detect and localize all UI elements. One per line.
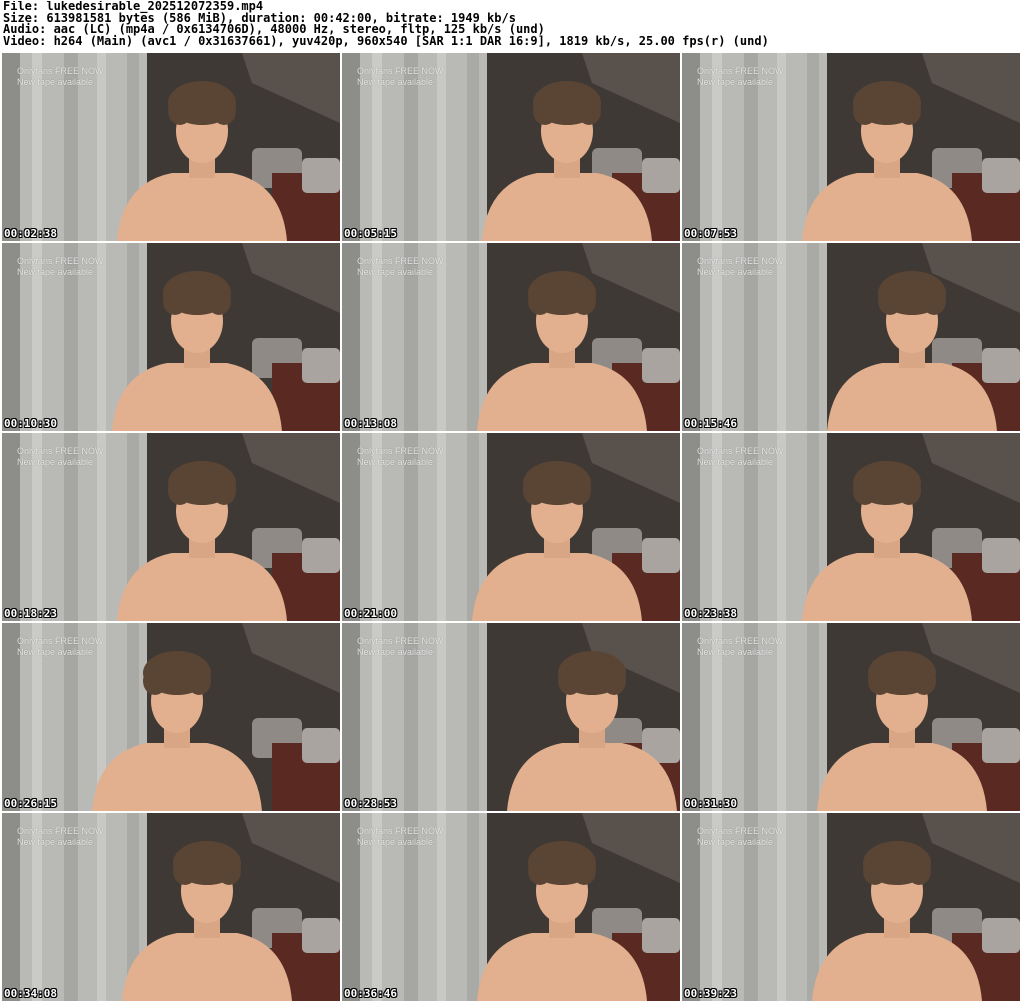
video-thumbnail[interactable]: Onlyfans FREE NOW New tape available 00:36… [342, 813, 680, 1001]
video-thumbnail[interactable]: Onlyfans FREE NOW New tape available 00:13… [342, 243, 680, 431]
video-info-line: Video: h264 (Main) (avc1 / 0x31637661), … [3, 34, 769, 48]
watermark-line-2: New tape available [357, 267, 434, 277]
thumbnail-grid: Onlyfans FREE NOW New tape available 00:02… [2, 53, 1022, 1001]
watermark-line-1: Onlyfans FREE NOW [357, 256, 444, 266]
video-thumbnail[interactable]: Onlyfans FREE NOW New tape available 00:34… [2, 813, 340, 1001]
thumbnail-timestamp: 00:39:23 [684, 987, 737, 1000]
video-thumbnail[interactable]: Onlyfans FREE NOW New tape available 00:02… [2, 53, 340, 241]
watermark-line-2: New tape available [17, 267, 94, 277]
watermark-line-1: Onlyfans FREE NOW [357, 826, 444, 836]
video-thumbnail[interactable]: Onlyfans FREE NOW New tape available 00:10… [2, 243, 340, 431]
thumbnail-timestamp: 00:05:15 [344, 227, 397, 240]
watermark-line-1: Onlyfans FREE NOW [357, 66, 444, 76]
watermark-line-1: Onlyfans FREE NOW [697, 826, 784, 836]
watermark-line-2: New tape available [697, 647, 774, 657]
watermark-line-1: Onlyfans FREE NOW [697, 66, 784, 76]
video-thumbnail[interactable]: Onlyfans FREE NOW New tape available 00:21… [342, 433, 680, 621]
watermark-line-1: Onlyfans FREE NOW [697, 256, 784, 266]
thumbnail-timestamp: 00:10:30 [4, 417, 57, 430]
watermark-line-1: Onlyfans FREE NOW [17, 256, 104, 266]
video-thumbnail[interactable]: Onlyfans FREE NOW New tape available 00:18… [2, 433, 340, 621]
watermark-line-2: New tape available [357, 647, 434, 657]
watermark-line-2: New tape available [357, 457, 434, 467]
video-thumbnail[interactable]: Onlyfans FREE NOW New tape available 00:23… [682, 433, 1020, 621]
watermark-line-1: Onlyfans FREE NOW [357, 636, 444, 646]
video-thumbnail[interactable]: Onlyfans FREE NOW New tape available 00:39… [682, 813, 1020, 1001]
watermark-line-1: Onlyfans FREE NOW [357, 446, 444, 456]
video-thumbnail[interactable]: Onlyfans FREE NOW New tape available 00:26… [2, 623, 340, 811]
watermark-line-1: Onlyfans FREE NOW [697, 636, 784, 646]
video-thumbnail[interactable]: Onlyfans FREE NOW New tape available 00:15… [682, 243, 1020, 431]
watermark-line-2: New tape available [17, 457, 94, 467]
watermark-line-2: New tape available [17, 647, 94, 657]
video-thumbnail[interactable]: Onlyfans FREE NOW New tape available 00:05… [342, 53, 680, 241]
thumbnail-timestamp: 00:34:08 [4, 987, 57, 1000]
watermark-line-1: Onlyfans FREE NOW [17, 446, 104, 456]
file-info-header: File: lukedesirable_202512072359.mp4 Siz… [3, 1, 1021, 48]
watermark-line-2: New tape available [17, 837, 94, 847]
thumbnail-timestamp: 00:26:15 [4, 797, 57, 810]
thumbnail-timestamp: 00:36:46 [344, 987, 397, 1000]
watermark-line-2: New tape available [357, 77, 434, 87]
thumbnail-timestamp: 00:18:23 [4, 607, 57, 620]
watermark-line-1: Onlyfans FREE NOW [697, 446, 784, 456]
watermark-line-1: Onlyfans FREE NOW [17, 826, 104, 836]
video-thumbnail[interactable]: Onlyfans FREE NOW New tape available 00:28… [342, 623, 680, 811]
watermark-line-2: New tape available [697, 457, 774, 467]
thumbnail-timestamp: 00:31:30 [684, 797, 737, 810]
watermark-line-2: New tape available [17, 77, 94, 87]
thumbnail-timestamp: 00:07:53 [684, 227, 737, 240]
thumbnail-timestamp: 00:28:53 [344, 797, 397, 810]
thumbnail-timestamp: 00:23:38 [684, 607, 737, 620]
thumbnail-timestamp: 00:21:00 [344, 607, 397, 620]
watermark-line-2: New tape available [697, 77, 774, 87]
thumbnail-timestamp: 00:15:46 [684, 417, 737, 430]
watermark-line-1: Onlyfans FREE NOW [17, 636, 104, 646]
watermark-line-2: New tape available [697, 837, 774, 847]
watermark-line-2: New tape available [697, 267, 774, 277]
video-thumbnail[interactable]: Onlyfans FREE NOW New tape available 00:31… [682, 623, 1020, 811]
thumbnail-timestamp: 00:02:38 [4, 227, 57, 240]
video-thumbnail[interactable]: Onlyfans FREE NOW New tape available 00:07… [682, 53, 1020, 241]
watermark-line-2: New tape available [357, 837, 434, 847]
thumbnail-timestamp: 00:13:08 [344, 417, 397, 430]
watermark-line-1: Onlyfans FREE NOW [17, 66, 104, 76]
